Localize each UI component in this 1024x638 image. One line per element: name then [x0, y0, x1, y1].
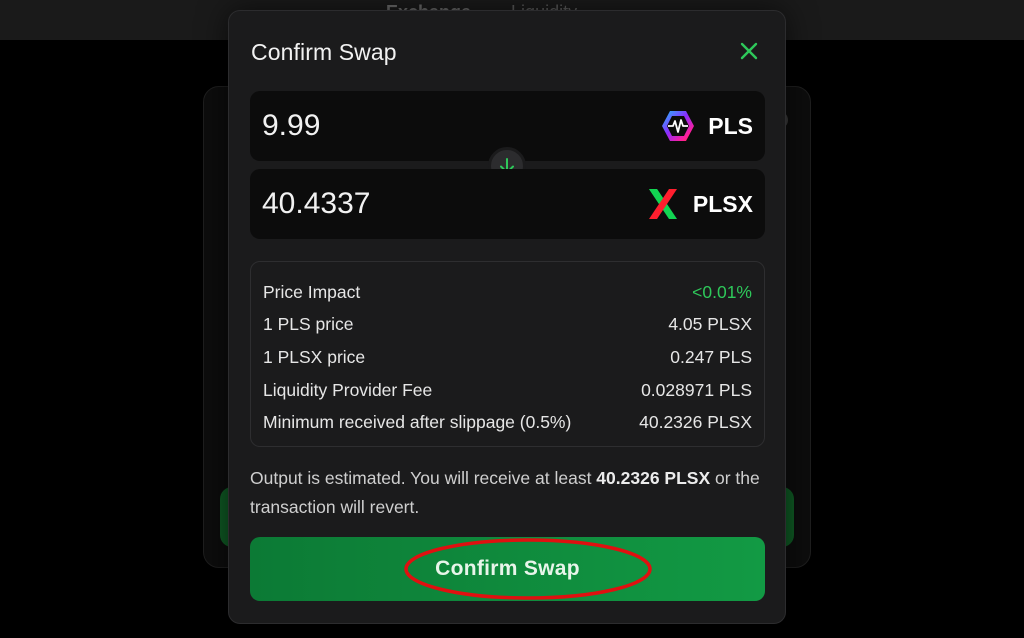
estimate-note: Output is estimated. You will receive at…	[250, 464, 770, 522]
output-token: PLSX	[645, 186, 753, 222]
note-prefix: Output is estimated. You will receive at…	[250, 468, 597, 488]
output-token-box: 40.4337 PLSX	[250, 169, 765, 239]
output-token-symbol: PLSX	[692, 190, 753, 217]
detail-label: Minimum received after slippage (0.5%)	[263, 412, 572, 433]
detail-row-lp-fee: Liquidity Provider Fee 0.028971 PLS	[263, 374, 752, 407]
note-amount: 40.2326 PLSX	[596, 468, 711, 488]
confirm-swap-button[interactable]: Confirm Swap	[250, 537, 765, 601]
detail-value: 4.05 PLSX	[668, 314, 752, 335]
input-token: PLS	[660, 108, 753, 144]
detail-label: 1 PLSX price	[263, 346, 366, 367]
close-icon	[740, 42, 758, 60]
confirm-swap-label: Confirm Swap	[435, 557, 580, 580]
detail-label: Liquidity Provider Fee	[263, 379, 433, 400]
close-button[interactable]	[737, 39, 761, 63]
detail-row-price-impact: Price Impact <0.01%	[263, 276, 752, 309]
confirm-swap-modal: Confirm Swap 9.99 PLS 40.4337 PLSX Price…	[228, 10, 786, 624]
output-amount: 40.4337	[262, 187, 371, 220]
detail-value: 0.028971 PLS	[641, 379, 752, 400]
detail-label: 1 PLS price	[263, 314, 354, 335]
pls-logo-icon	[662, 111, 695, 141]
input-amount: 9.99	[262, 109, 321, 142]
detail-value: 0.247 PLS	[670, 346, 752, 367]
detail-row-minimum-received: Minimum received after slippage (0.5%) 4…	[263, 406, 752, 439]
plsx-logo-icon	[648, 189, 677, 219]
input-token-symbol: PLS	[708, 112, 753, 139]
detail-value: <0.01%	[692, 281, 752, 302]
modal-title: Confirm Swap	[251, 39, 397, 65]
detail-row-pls-price: 1 PLS price 4.05 PLSX	[263, 309, 752, 342]
detail-value: 40.2326 PLSX	[639, 412, 752, 433]
detail-label: Price Impact	[263, 281, 361, 302]
swap-details-panel: Price Impact <0.01% 1 PLS price 4.05 PLS…	[250, 261, 765, 447]
detail-row-plsx-price: 1 PLSX price 0.247 PLS	[263, 341, 752, 374]
